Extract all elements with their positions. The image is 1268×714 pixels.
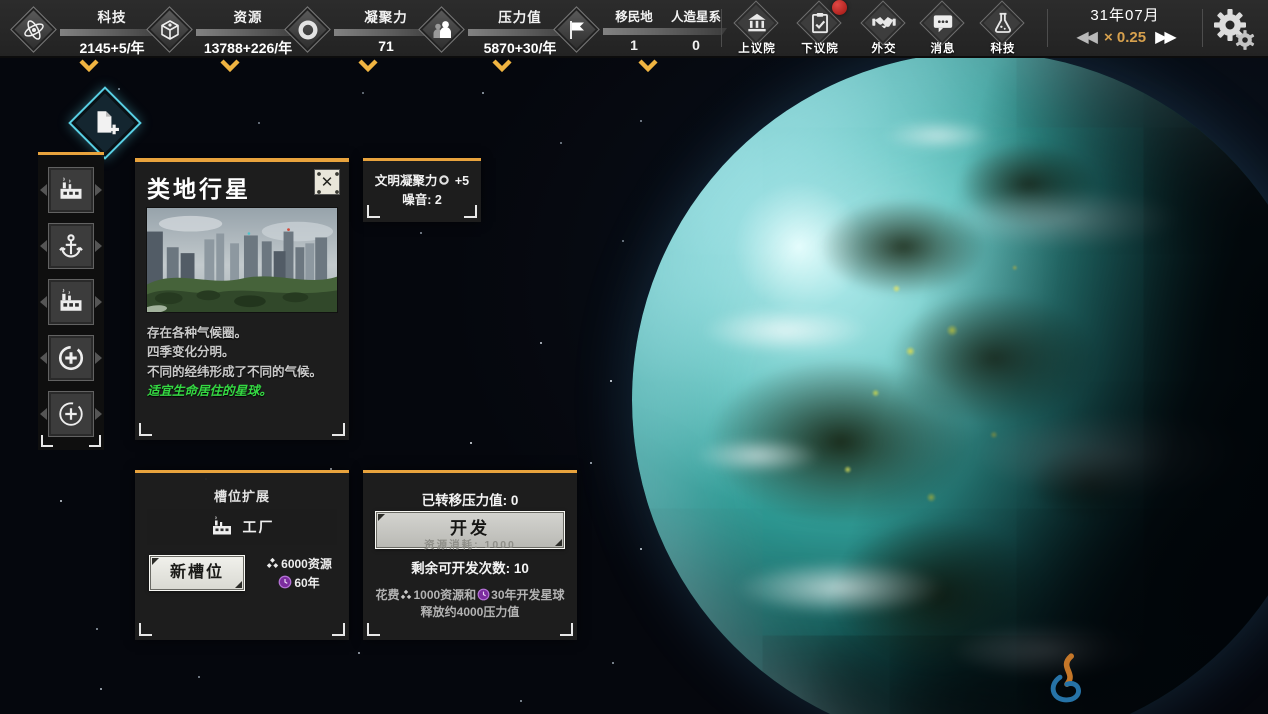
parliament-icon	[744, 10, 770, 36]
info-text: 花费	[375, 588, 399, 602]
divider	[1202, 9, 1203, 47]
close-button[interactable]: ✕	[314, 169, 340, 195]
factory-slot-button[interactable]	[48, 167, 94, 213]
planet-description: 存在各种气候圈。 四季变化分明。 不同的经纬形成了不同的气候。 适宜生命居住的星…	[147, 324, 341, 402]
description-line: 四季变化分明。	[147, 343, 341, 362]
plus-circle-icon	[56, 399, 86, 429]
resources-label: 资源	[196, 6, 300, 26]
upper-house-label: 上议院	[727, 40, 787, 56]
upper-house-button[interactable]: 上议院	[727, 1, 787, 57]
artificial-systems-label: 人造星系	[665, 6, 727, 25]
slot-cost-resources: 6000资源	[281, 557, 332, 571]
cohesion-swirl-icon	[438, 174, 450, 186]
cohesion-bonus: +5	[455, 174, 469, 188]
speed-down-button[interactable]: ◀◀	[1076, 30, 1095, 46]
settings-button[interactable]	[1210, 6, 1260, 54]
factory-icon	[210, 515, 234, 539]
time-cost-icon	[477, 588, 490, 601]
harbor-slot-button[interactable]	[48, 223, 94, 269]
messages-button[interactable]: 消息	[913, 1, 973, 57]
transferred-pressure-label: 已转移压力值: 0	[363, 489, 577, 509]
pointer-chevron-cohesion	[357, 59, 379, 73]
slot-type-row[interactable]: 工厂	[147, 509, 337, 545]
notification-dot	[832, 0, 847, 15]
atom-icon	[22, 18, 46, 42]
factory-slot-button-2[interactable]	[48, 279, 94, 325]
top-resource-bar: 科技 2145+5/年 资源 13788+226/年	[0, 0, 1268, 58]
resources-value: 13788+226/年	[196, 38, 300, 58]
colonies-value: 1	[603, 37, 665, 53]
cohesion-tooltip: 文明凝聚力 +5 噪音: 2	[363, 158, 481, 222]
time-cost-icon	[278, 575, 292, 589]
flag-icon	[565, 18, 589, 42]
flask-icon	[990, 10, 1016, 36]
add-document-icon	[90, 109, 120, 137]
lower-house-label: 下议院	[790, 40, 850, 56]
messages-label: 消息	[913, 40, 973, 56]
date-speed-block: 31年07月 ◀◀ × 0.25 ▶▶	[1052, 4, 1198, 46]
planet-surface-image	[146, 207, 338, 313]
diplomacy-label: 外交	[854, 40, 914, 56]
flame-swirl-logo	[1038, 652, 1096, 708]
slot-panel-title: 槽位扩展	[135, 486, 349, 505]
add-slot-button-2[interactable]	[48, 391, 94, 437]
gear-icon	[1210, 6, 1258, 52]
info-text: 1000资源和	[413, 588, 476, 602]
planet-info-panel: 类地行星 ✕ 存在各种气候圈。 四季变化分明。	[135, 158, 349, 440]
diplomacy-button[interactable]: 外交	[854, 1, 914, 57]
cohesion-swirl-icon	[296, 18, 320, 42]
population-icon	[430, 18, 454, 42]
artificial-systems-value: 0	[665, 37, 727, 53]
speed-up-button[interactable]: ▶▶	[1155, 30, 1174, 46]
planet-action-toolbar	[38, 152, 104, 450]
description-line: 不同的经纬形成了不同的气候。	[147, 363, 341, 382]
develop-info-text: 花费 1000资源和 30年开发星球 释放约4000压力值	[367, 587, 573, 622]
slot-type-label: 工厂	[243, 517, 275, 537]
info-text: 释放约4000压力值	[367, 604, 573, 621]
resource-cost-icon	[400, 589, 412, 601]
pointer-chevron-pressure	[491, 59, 513, 73]
planet-night-shadow	[632, 52, 1268, 714]
speed-multiplier: × 0.25	[1104, 29, 1146, 46]
divider	[721, 9, 722, 47]
divider	[1047, 9, 1048, 47]
planet-view[interactable]	[632, 52, 1268, 714]
resource-cube-icon	[158, 18, 182, 42]
develop-cost-label: 资源消耗: 1000	[376, 537, 564, 552]
habitable-highlight-line: 适宜生命居住的星球。	[147, 382, 341, 401]
slot-expansion-panel: 槽位扩展 工厂 新槽位 6000资源 60年	[135, 470, 349, 640]
factory-icon	[57, 288, 85, 316]
colonies-bar	[603, 28, 727, 35]
pointer-chevron-colonies	[637, 59, 659, 73]
tech-tree-button[interactable]: 科技	[973, 1, 1033, 57]
develop-button[interactable]: 开发 资源消耗: 1000	[375, 511, 565, 549]
description-line: 存在各种气候圈。	[147, 324, 341, 343]
game-date: 31年07月	[1052, 4, 1198, 25]
cohesion-tooltip-text: 文明凝聚力	[375, 174, 438, 188]
new-slot-button[interactable]: 新槽位	[149, 555, 245, 591]
remaining-develops-label: 剩余可开发次数: 10	[363, 557, 577, 577]
handshake-icon	[871, 10, 897, 36]
clipboard-check-icon	[807, 10, 833, 36]
resource-cost-icon	[266, 557, 279, 570]
plus-circle-icon	[56, 343, 86, 373]
add-slot-button[interactable]	[48, 335, 94, 381]
new-report-diamond-button[interactable]	[66, 84, 144, 162]
tech-tree-label: 科技	[973, 40, 1033, 56]
develop-button-label: 开发	[376, 514, 564, 539]
colonies-label: 移民地	[603, 6, 665, 25]
noise-line: 噪音: 2	[363, 191, 481, 210]
slot-cost-block: 6000资源 60年	[251, 555, 347, 593]
message-icon	[930, 10, 956, 36]
panel-title: 类地行星	[147, 170, 251, 204]
factory-icon	[57, 176, 85, 204]
slot-cost-time: 60年	[294, 576, 319, 590]
info-text: 30年开发星球	[491, 588, 564, 602]
anchor-icon	[57, 232, 85, 260]
pointer-chevron-resources	[219, 59, 241, 73]
pointer-chevron-tech	[78, 59, 100, 73]
lower-house-button[interactable]: 下议院	[790, 1, 850, 57]
develop-panel: 已转移压力值: 0 开发 资源消耗: 1000 剩余可开发次数: 10 花费 1…	[363, 470, 577, 640]
